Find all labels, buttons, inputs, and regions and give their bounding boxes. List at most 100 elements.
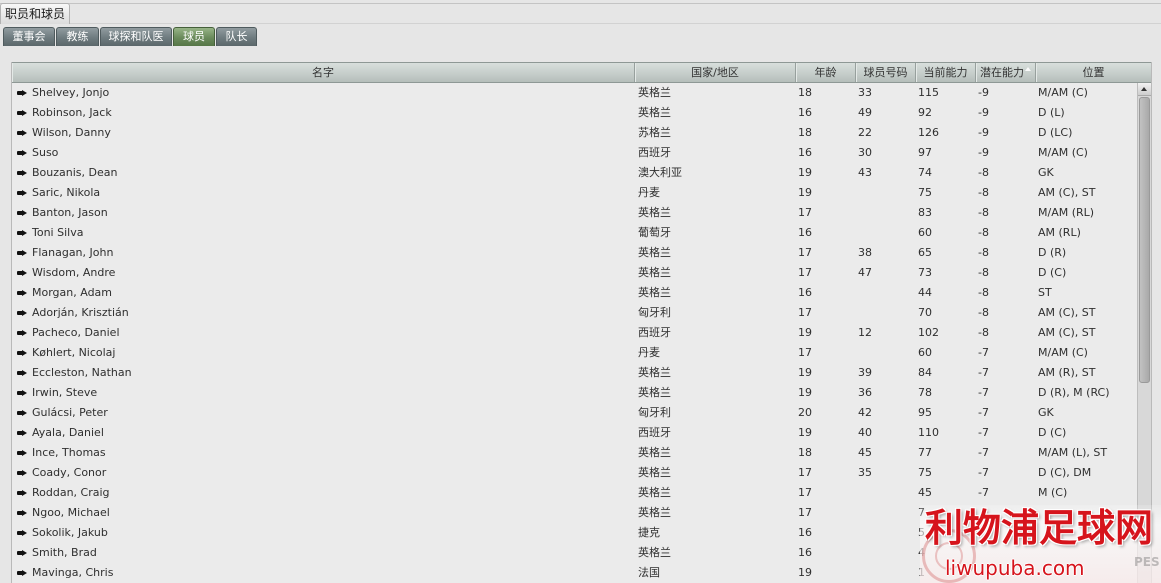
player-row[interactable]: Suso 西班牙 16 30 97 -9 M/AM (C) — [12, 143, 1139, 163]
player-current-ability: 44 — [918, 286, 932, 299]
column-header-nation[interactable]: 国家/地区 — [635, 63, 796, 82]
player-row[interactable]: Pacheco, Daniel 西班牙 19 12 102 -8 AM (C), ST — [12, 323, 1139, 343]
player-row[interactable]: Shelvey, Jonjo 英格兰 18 33 115 -9 M/AM (C) — [12, 83, 1139, 103]
player-row[interactable]: Coady, Conor 英格兰 17 35 75 -7 D (C), DM — [12, 463, 1139, 483]
player-name[interactable]: Wilson, Danny — [32, 123, 111, 143]
player-potential-ability: -8 — [978, 186, 989, 199]
row-action-pointer-icon[interactable] — [17, 130, 27, 136]
row-action-pointer-icon[interactable] — [17, 430, 27, 436]
column-header-current-ability[interactable]: 当前能力 — [916, 63, 976, 82]
player-row[interactable]: Roddan, Craig 英格兰 17 45 -7 M (C) — [12, 483, 1139, 503]
scrollbar-thumb[interactable] — [1139, 97, 1150, 383]
tab-captains[interactable]: 队长 — [216, 27, 257, 46]
row-action-pointer-icon[interactable] — [17, 410, 27, 416]
row-action-pointer-icon[interactable] — [17, 250, 27, 256]
player-name[interactable]: Køhlert, Nicolaj — [32, 343, 115, 363]
player-name[interactable]: Toni Silva — [32, 223, 83, 243]
player-row[interactable]: Morgan, Adam 英格兰 16 44 -8 ST — [12, 283, 1139, 303]
column-header-potential-ability[interactable]: 潜在能力 — [976, 63, 1036, 82]
tab-coaches[interactable]: 教练 — [56, 27, 99, 46]
row-action-pointer-icon[interactable] — [17, 570, 27, 576]
row-action-pointer-icon[interactable] — [17, 230, 27, 236]
player-name[interactable]: Saric, Nikola — [32, 183, 100, 203]
row-action-pointer-icon[interactable] — [17, 190, 27, 196]
player-name[interactable]: Ngoo, Michael — [32, 503, 110, 523]
player-name[interactable]: Smith, Brad — [32, 543, 97, 563]
row-action-pointer-icon[interactable] — [17, 550, 27, 556]
vertical-scrollbar[interactable] — [1137, 83, 1151, 583]
row-action-pointer-icon[interactable] — [17, 490, 27, 496]
player-nation: 匈牙利 — [638, 406, 671, 419]
player-name[interactable]: Gulácsi, Peter — [32, 403, 108, 423]
player-row[interactable]: Irwin, Steve 英格兰 19 36 78 -7 D (R), M (RC) — [12, 383, 1139, 403]
player-name[interactable]: Eccleston, Nathan — [32, 363, 132, 383]
column-header-position[interactable]: 位置 — [1036, 63, 1151, 82]
player-name[interactable]: Wisdom, Andre — [32, 263, 115, 283]
player-row[interactable]: Wilson, Danny 苏格兰 18 22 126 -9 D (LC) — [12, 123, 1139, 143]
row-action-pointer-icon[interactable] — [17, 510, 27, 516]
player-row[interactable]: Flanagan, John 英格兰 17 38 65 -8 D (R) — [12, 243, 1139, 263]
player-age: 17 — [798, 246, 812, 259]
row-action-pointer-icon[interactable] — [17, 390, 27, 396]
player-name[interactable]: Pacheco, Daniel — [32, 323, 120, 343]
player-name[interactable]: Flanagan, John — [32, 243, 113, 263]
row-action-pointer-icon[interactable] — [17, 370, 27, 376]
player-age: 16 — [798, 546, 812, 559]
player-row[interactable]: Ince, Thomas 英格兰 18 45 77 -7 M/AM (L), ST — [12, 443, 1139, 463]
player-row[interactable]: Ayala, Daniel 西班牙 19 40 110 -7 D (C) — [12, 423, 1139, 443]
row-action-pointer-icon[interactable] — [17, 290, 27, 296]
player-list: Shelvey, Jonjo 英格兰 18 33 115 -9 M/AM (C) Robins… — [12, 83, 1139, 583]
player-row[interactable]: Saric, Nikola 丹麦 19 75 -8 AM (C), ST — [12, 183, 1139, 203]
player-name[interactable]: Robinson, Jack — [32, 103, 112, 123]
column-header-name[interactable]: 名字 — [12, 63, 635, 82]
player-name[interactable]: Suso — [32, 143, 58, 163]
player-row[interactable]: Banton, Jason 英格兰 17 83 -8 M/AM (RL) — [12, 203, 1139, 223]
row-action-pointer-icon[interactable] — [17, 270, 27, 276]
row-action-pointer-icon[interactable] — [17, 350, 27, 356]
tab-scouts-and-physios[interactable]: 球探和队医 — [100, 27, 172, 46]
row-action-pointer-icon[interactable] — [17, 170, 27, 176]
player-name[interactable]: Irwin, Steve — [32, 383, 97, 403]
player-name[interactable]: Roddan, Craig — [32, 483, 110, 503]
row-action-pointer-icon[interactable] — [17, 150, 27, 156]
player-nation: 英格兰 — [638, 286, 671, 299]
player-row[interactable]: Eccleston, Nathan 英格兰 19 39 84 -7 AM (R), ST — [12, 363, 1139, 383]
tab-board[interactable]: 董事会 — [3, 27, 55, 46]
player-name[interactable]: Morgan, Adam — [32, 283, 112, 303]
player-row[interactable]: Toni Silva 葡萄牙 16 60 -8 AM (RL) — [12, 223, 1139, 243]
player-current-ability: 83 — [918, 206, 932, 219]
player-row[interactable]: Adorján, Krisztián 匈牙利 17 70 -8 AM (C), ST — [12, 303, 1139, 323]
column-header-age[interactable]: 年龄 — [796, 63, 856, 82]
player-row[interactable]: Ngoo, Michael 英格兰 17 7 — [12, 503, 1139, 523]
player-row[interactable]: Sokolik, Jakub 捷克 16 5 — [12, 523, 1139, 543]
player-name[interactable]: Shelvey, Jonjo — [32, 83, 109, 103]
player-squad-number: 45 — [858, 446, 872, 459]
player-name[interactable]: Coady, Conor — [32, 463, 106, 483]
player-name[interactable]: Ince, Thomas — [32, 443, 106, 463]
scroll-up-button[interactable] — [1138, 83, 1151, 96]
player-row[interactable]: Smith, Brad 英格兰 16 4 — [12, 543, 1139, 563]
row-action-pointer-icon[interactable] — [17, 110, 27, 116]
row-action-pointer-icon[interactable] — [17, 330, 27, 336]
player-name[interactable]: Banton, Jason — [32, 203, 108, 223]
row-action-pointer-icon[interactable] — [17, 470, 27, 476]
tab-players[interactable]: 球员 — [173, 27, 215, 46]
player-row[interactable]: Køhlert, Nicolaj 丹麦 17 60 -7 M/AM (C) — [12, 343, 1139, 363]
player-name[interactable]: Ayala, Daniel — [32, 423, 104, 443]
player-row[interactable]: Gulácsi, Peter 匈牙利 20 42 95 -7 GK — [12, 403, 1139, 423]
row-action-pointer-icon[interactable] — [17, 310, 27, 316]
player-position: M/AM (RL) — [1038, 206, 1095, 219]
player-row[interactable]: Bouzanis, Dean 澳大利亚 19 43 74 -8 GK — [12, 163, 1139, 183]
row-action-pointer-icon[interactable] — [17, 90, 27, 96]
row-action-pointer-icon[interactable] — [17, 450, 27, 456]
player-row[interactable]: Mavinga, Chris 法国 19 1 — [12, 563, 1139, 583]
player-name[interactable]: Mavinga, Chris — [32, 563, 113, 583]
column-header-squad-number[interactable]: 球员号码 — [856, 63, 916, 82]
player-row[interactable]: Robinson, Jack 英格兰 16 49 92 -9 D (L) — [12, 103, 1139, 123]
player-name[interactable]: Bouzanis, Dean — [32, 163, 117, 183]
player-name[interactable]: Sokolik, Jakub — [32, 523, 108, 543]
row-action-pointer-icon[interactable] — [17, 530, 27, 536]
row-action-pointer-icon[interactable] — [17, 210, 27, 216]
player-name[interactable]: Adorján, Krisztián — [32, 303, 129, 323]
player-row[interactable]: Wisdom, Andre 英格兰 17 47 73 -8 D (C) — [12, 263, 1139, 283]
